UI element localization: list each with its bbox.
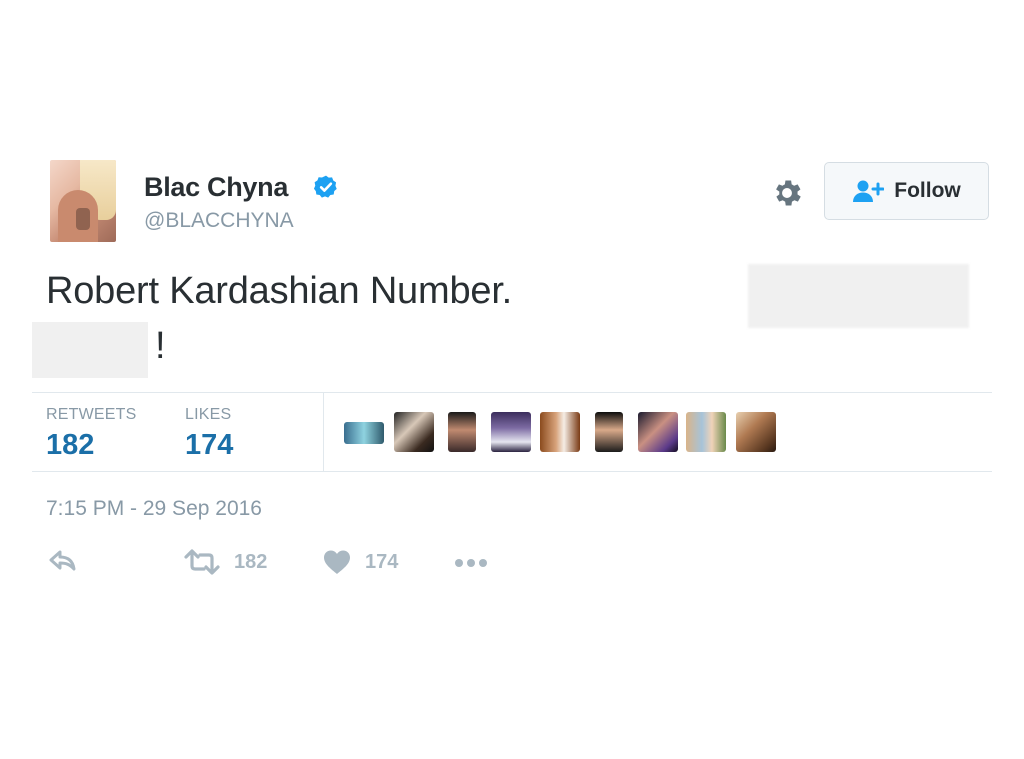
follow-person-icon xyxy=(853,180,885,202)
liker-avatar[interactable] xyxy=(344,422,384,444)
divider xyxy=(32,392,992,393)
tweet-text-line2: ! xyxy=(155,325,166,367)
verified-badge-icon xyxy=(313,175,337,198)
avatar-tattoo-shape xyxy=(76,208,90,230)
liker-avatar[interactable] xyxy=(540,412,580,452)
reply-button[interactable] xyxy=(48,549,78,573)
redacted-block xyxy=(32,322,148,378)
tweet-text-line1: Robert Kardashian Number. xyxy=(46,270,513,312)
retweet-count: 182 xyxy=(234,550,268,573)
profile-avatar[interactable] xyxy=(50,160,116,242)
tweet-timestamp[interactable]: 7:15 PM - 29 Sep 2016 xyxy=(46,497,262,521)
display-name[interactable]: Blac Chyna xyxy=(144,172,288,203)
like-button[interactable]: 174 xyxy=(323,549,398,575)
liker-avatar[interactable] xyxy=(491,412,531,452)
liker-avatar[interactable] xyxy=(638,412,678,452)
retweet-button[interactable]: 182 xyxy=(184,549,267,575)
more-icon xyxy=(455,559,487,567)
retweets-label[interactable]: RETWEETS xyxy=(46,406,137,424)
follow-button-label: Follow xyxy=(894,179,961,202)
liker-avatar[interactable] xyxy=(736,412,776,452)
likes-count[interactable]: 174 xyxy=(185,429,233,462)
reply-icon xyxy=(49,550,76,571)
heart-icon xyxy=(324,550,350,574)
more-button[interactable] xyxy=(454,556,488,570)
divider xyxy=(32,471,992,472)
liker-avatar[interactable] xyxy=(394,412,434,452)
divider xyxy=(323,393,324,471)
liker-avatar[interactable] xyxy=(595,412,623,452)
gear-icon[interactable] xyxy=(770,176,804,210)
user-handle[interactable]: @BLACCHYNA xyxy=(144,209,294,233)
like-count: 174 xyxy=(365,550,399,573)
liker-avatar[interactable] xyxy=(448,412,476,452)
retweet-icon xyxy=(184,549,220,575)
follow-button[interactable]: Follow xyxy=(824,162,989,220)
retweets-count[interactable]: 182 xyxy=(46,429,94,462)
liker-avatar[interactable] xyxy=(686,412,726,452)
redacted-block xyxy=(748,264,969,328)
likes-label[interactable]: LIKES xyxy=(185,406,231,424)
